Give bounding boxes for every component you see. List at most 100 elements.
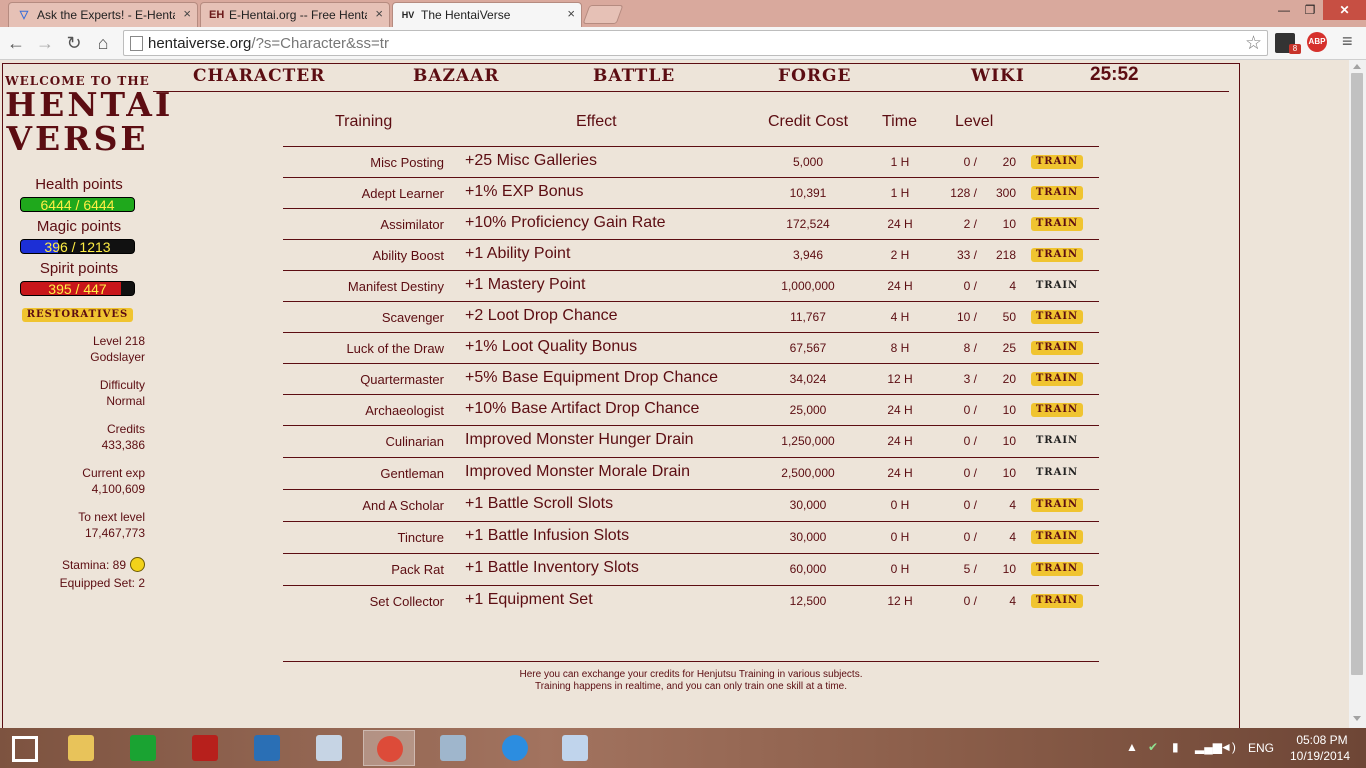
training-level-max: 10: [1002, 217, 1016, 231]
train-button[interactable]: TRAIN: [1031, 217, 1083, 231]
minimize-icon[interactable]: —: [1271, 0, 1297, 20]
next-level-label: To next level: [78, 510, 145, 524]
tab-title: E-Hentai.org -- Free Hentai: [229, 8, 367, 22]
header-credit-cost: Credit Cost: [768, 113, 849, 130]
reload-icon[interactable]: ↻: [62, 31, 86, 55]
training-effect: +25 Misc Galleries: [465, 152, 598, 169]
level-text: Level 218: [92, 334, 145, 348]
menu-wiki[interactable]: WIKI: [971, 66, 1025, 86]
menu-forge[interactable]: FORGE: [778, 66, 851, 86]
train-button[interactable]: TRAIN: [1031, 155, 1083, 169]
training-row: Tincture +1 Battle Infusion Slots 30,000 0 …: [283, 521, 1099, 554]
train-button[interactable]: TRAIN: [1031, 248, 1083, 262]
bookmark-star-icon[interactable]: ☆: [1245, 32, 1262, 55]
training-time: 4 H: [890, 310, 910, 324]
tab-ehentai[interactable]: EH E-Hentai.org -- Free Hentai ×: [200, 2, 390, 27]
training-level-current: 0 /: [963, 403, 977, 417]
train-button[interactable]: TRAIN: [1031, 279, 1083, 293]
training-level-current: 128 /: [950, 186, 977, 200]
tab-close-icon[interactable]: ×: [567, 6, 575, 21]
taskbar-app-file-explorer[interactable]: [55, 730, 107, 766]
tray-expand-icon[interactable]: ▲: [1126, 740, 1138, 754]
train-button[interactable]: TRAIN: [1031, 310, 1083, 324]
language-indicator[interactable]: ENG: [1248, 741, 1274, 755]
train-button[interactable]: TRAIN: [1031, 498, 1083, 512]
extension-badge: 8: [1289, 44, 1301, 54]
taskbar-app-chrome[interactable]: [363, 730, 415, 766]
training-level-current: 0 /: [963, 498, 977, 512]
train-button[interactable]: TRAIN: [1031, 562, 1083, 576]
forward-arrow-icon[interactable]: →: [33, 31, 57, 55]
taskbar-app-calculator[interactable]: [427, 730, 479, 766]
taskbar-app-store[interactable]: [117, 730, 169, 766]
clock-time[interactable]: 05:08 PM: [1292, 733, 1352, 747]
clock-date[interactable]: 10/19/2014: [1288, 749, 1352, 763]
training-row: Quartermaster +5% Base Equipment Drop Cha…: [283, 363, 1099, 395]
network-icon[interactable]: ▂▄▆: [1195, 740, 1222, 754]
volume-icon[interactable]: ◄): [1220, 740, 1236, 754]
close-window-icon[interactable]: ✕: [1323, 0, 1366, 20]
train-button[interactable]: TRAIN: [1031, 341, 1083, 355]
train-button[interactable]: TRAIN: [1031, 434, 1083, 448]
new-tab-button[interactable]: [582, 5, 624, 24]
tab-close-icon[interactable]: ×: [183, 6, 191, 21]
taskbar-app-monitor[interactable]: [303, 730, 355, 766]
restoratives-button[interactable]: RESTORATIVES: [22, 308, 133, 322]
taskbar-app-settings[interactable]: [241, 730, 293, 766]
train-button[interactable]: TRAIN: [1031, 594, 1083, 608]
security-icon[interactable]: ✔: [1148, 740, 1158, 754]
exp-label: Current exp: [82, 466, 145, 480]
train-button[interactable]: TRAIN: [1031, 372, 1083, 386]
scroll-down-arrow-icon[interactable]: [1353, 716, 1361, 721]
menu-icon[interactable]: ≡: [1342, 31, 1353, 52]
training-level-max: 10: [1002, 434, 1016, 448]
taskbar-app-start[interactable]: [0, 730, 52, 766]
tab-hentaiverse[interactable]: HV The HentaiVerse ×: [392, 2, 582, 27]
start-icon: [12, 736, 38, 762]
back-arrow-icon[interactable]: ←: [4, 31, 28, 55]
train-button[interactable]: TRAIN: [1031, 403, 1083, 417]
exp-value: 4,100,609: [91, 482, 145, 496]
training-time: 24 H: [887, 466, 913, 480]
taskbar-app-power[interactable]: [179, 730, 231, 766]
store-icon: [130, 735, 156, 761]
scroll-up-arrow-icon[interactable]: [1353, 64, 1361, 69]
health-bar: 6444 / 6444: [20, 197, 135, 212]
next-level-block: To next level 17,467,773: [78, 509, 145, 541]
tab-close-icon[interactable]: ×: [375, 6, 383, 21]
menu-battle[interactable]: BATTLE: [593, 66, 675, 86]
internet-explorer-icon: [502, 735, 528, 761]
header-training: Training: [335, 113, 393, 130]
maximize-icon[interactable]: ❐: [1297, 0, 1323, 20]
train-button[interactable]: TRAIN: [1031, 530, 1083, 544]
training-cost: 60,000: [789, 562, 827, 576]
home-icon[interactable]: ⌂: [91, 31, 115, 55]
train-button[interactable]: TRAIN: [1031, 186, 1083, 200]
taskbar-app-paint[interactable]: [549, 730, 601, 766]
training-level-max: 4: [1009, 279, 1016, 293]
hentaiverse-logo[interactable]: WELCOME TO THE HENTAI VERSE: [5, 74, 170, 157]
url-text[interactable]: hentaiverse.org/?s=Character&ss=tr: [148, 35, 389, 52]
training-level-max: 10: [1002, 466, 1016, 480]
training-level-current: 3 /: [963, 372, 977, 386]
power-icon: [192, 735, 218, 761]
menu-bazaar[interactable]: BAZAAR: [413, 66, 499, 86]
battery-icon[interactable]: ▮: [1172, 740, 1179, 754]
training-level-max: 10: [1002, 562, 1016, 576]
training-cost: 2,500,000: [781, 466, 835, 480]
tab-ask-experts[interactable]: ▽ Ask the Experts! - E-Hentai ×: [8, 2, 198, 27]
training-level-current: 0 /: [963, 155, 977, 169]
menu-character[interactable]: CHARACTER: [193, 66, 325, 86]
vertical-scrollbar[interactable]: [1349, 60, 1366, 728]
train-button[interactable]: TRAIN: [1031, 466, 1083, 480]
adblock-plus-icon[interactable]: ABP: [1307, 32, 1327, 52]
url-path: /?s=Character&ss=tr: [251, 35, 389, 52]
training-level-current: 8 /: [963, 341, 977, 355]
training-cost: 12,500: [789, 594, 827, 608]
magic-bar: 396 / 1213: [20, 239, 135, 254]
address-bar[interactable]: hentaiverse.org/?s=Character&ss=tr ☆: [123, 30, 1268, 56]
training-level-current: 2 /: [963, 217, 977, 231]
scrollbar-thumb[interactable]: [1351, 73, 1363, 675]
training-row: Set Collector +1 Equipment Set 12,500 12 H 0…: [283, 585, 1099, 618]
taskbar-app-internet-explorer[interactable]: [489, 730, 541, 766]
